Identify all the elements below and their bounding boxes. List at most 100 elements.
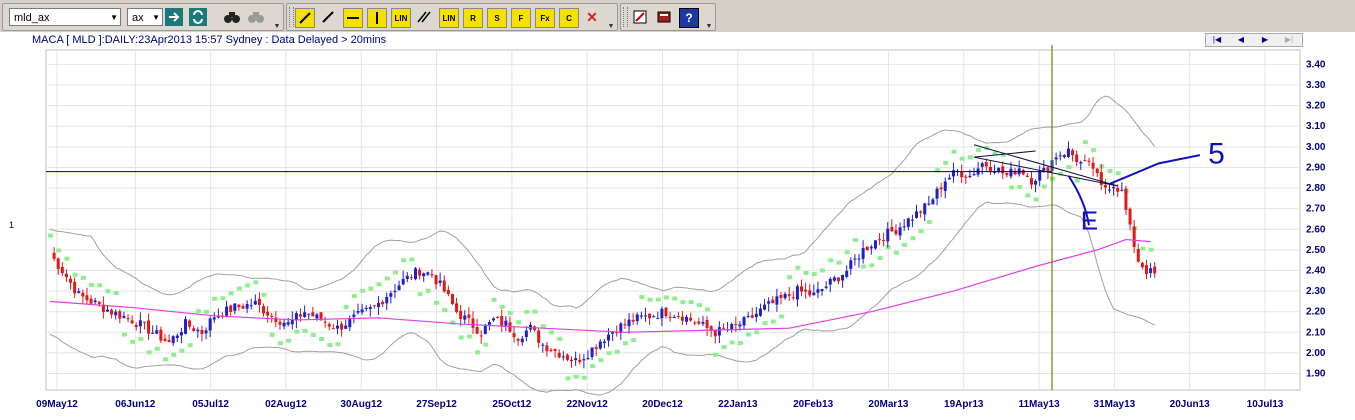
r-tool-button[interactable]: R <box>463 8 483 28</box>
grip-handle[interactable] <box>289 7 294 27</box>
y-tick-label: 2.80 <box>1306 183 1326 194</box>
go-button[interactable] <box>165 8 183 26</box>
candle-body <box>738 324 742 327</box>
annotation-5: 5 <box>1208 137 1225 170</box>
chevron-down-icon[interactable]: ▼ <box>705 23 713 30</box>
candle-body <box>69 278 73 283</box>
chart-area[interactable]: MACA [ MLD ]:DAILY:23Apr2013 15:57 Sydne… <box>0 32 1355 420</box>
refresh-icon <box>189 8 207 26</box>
hline-tool-button[interactable] <box>343 8 363 28</box>
candle-body <box>623 324 627 326</box>
candle-body <box>553 349 557 351</box>
binoculars-disabled-icon <box>248 12 264 23</box>
candle-body <box>1005 173 1009 176</box>
candle-body <box>873 240 877 249</box>
candle-body <box>853 258 857 260</box>
chart-edit-button[interactable] <box>631 8 649 26</box>
psar-dot <box>384 276 390 281</box>
psar-dot <box>902 242 908 247</box>
candle-body <box>1116 187 1120 192</box>
psar-dot <box>56 248 62 253</box>
candle-body <box>105 309 109 312</box>
psar-dot <box>688 300 694 305</box>
x-tick-label: 20Jun13 <box>1169 399 1210 410</box>
candle-body <box>1153 266 1157 274</box>
psar-dot <box>491 297 497 302</box>
candle-body <box>159 329 163 341</box>
candle-body <box>1095 168 1099 174</box>
draw-hline-icon <box>347 17 359 19</box>
candle-body <box>898 227 902 236</box>
candle-body <box>935 188 939 199</box>
y-tick-label: 2.00 <box>1306 348 1326 359</box>
candle-body <box>155 330 159 334</box>
psar-dot <box>524 310 530 315</box>
candle-body <box>964 176 968 178</box>
exchange-combo[interactable]: ax ▼ <box>127 8 163 26</box>
candle-body <box>734 323 738 325</box>
candle-body <box>598 341 602 349</box>
candle-body <box>787 294 791 296</box>
candle-body <box>906 218 910 227</box>
candle-body <box>393 290 397 293</box>
candle-body <box>327 324 331 327</box>
candle-body <box>865 246 869 251</box>
candle-body <box>184 319 188 334</box>
candle-body <box>882 240 886 242</box>
candle-body <box>299 314 303 317</box>
grip-handle[interactable] <box>623 7 628 27</box>
plot-frame <box>45 49 1301 391</box>
candle-body <box>167 340 171 343</box>
find-next-button[interactable] <box>247 8 265 26</box>
psar-dot <box>236 286 242 291</box>
exchange-value: ax <box>132 12 144 24</box>
candle-body <box>331 328 335 330</box>
line-tool-button[interactable] <box>319 8 337 26</box>
f-tool-button[interactable]: F <box>511 8 531 28</box>
candle-body <box>1149 268 1153 273</box>
s-tool-button[interactable]: S <box>487 8 507 28</box>
psar-dot <box>89 283 95 288</box>
candle-body <box>73 281 77 294</box>
x-tick-label: 20Feb13 <box>793 399 834 410</box>
candle-body <box>64 273 68 278</box>
psar-dot <box>138 336 144 341</box>
refresh-button[interactable] <box>189 8 207 26</box>
psar-dot <box>245 283 251 288</box>
symbol-combo[interactable]: mld_ax ▼ <box>9 8 121 26</box>
psar-dot <box>713 352 719 357</box>
parallel-tool-button[interactable] <box>415 8 433 26</box>
psar-dot <box>146 350 152 355</box>
psar-dot <box>647 297 653 302</box>
y-tick-label: 3.20 <box>1306 101 1326 112</box>
candle-body <box>286 322 290 325</box>
candle-body <box>705 319 709 328</box>
chevron-down-icon[interactable]: ▼ <box>273 23 281 30</box>
candle-body <box>730 323 734 330</box>
fx-tool-button[interactable]: Fx <box>535 8 555 28</box>
candle-body <box>660 308 664 319</box>
psar-dot <box>762 321 768 326</box>
help-icon: ? <box>685 11 693 25</box>
candle-body <box>779 295 783 298</box>
candle-body <box>356 310 360 313</box>
candle-body <box>816 289 820 293</box>
vline-tool-button[interactable] <box>367 8 387 28</box>
candle-body <box>1128 208 1132 225</box>
candle-body <box>188 320 192 327</box>
candle-body <box>890 226 894 232</box>
lin-tool-button[interactable]: LIN <box>391 8 411 28</box>
trend-tool-button[interactable] <box>295 8 315 28</box>
candle-body <box>639 315 643 317</box>
candle-body <box>426 272 430 275</box>
psar-dot <box>466 334 472 339</box>
candle-body <box>631 319 635 322</box>
chevron-down-icon[interactable]: ▼ <box>607 23 615 30</box>
c-tool-button[interactable]: C <box>559 8 579 28</box>
book-button[interactable] <box>655 8 673 26</box>
psar-dot <box>1107 169 1113 174</box>
lin2-tool-button[interactable]: LIN <box>439 8 459 28</box>
delete-drawing-button[interactable]: ✕ <box>583 8 601 26</box>
help-button[interactable]: ? <box>679 8 699 28</box>
find-button[interactable] <box>223 8 241 26</box>
